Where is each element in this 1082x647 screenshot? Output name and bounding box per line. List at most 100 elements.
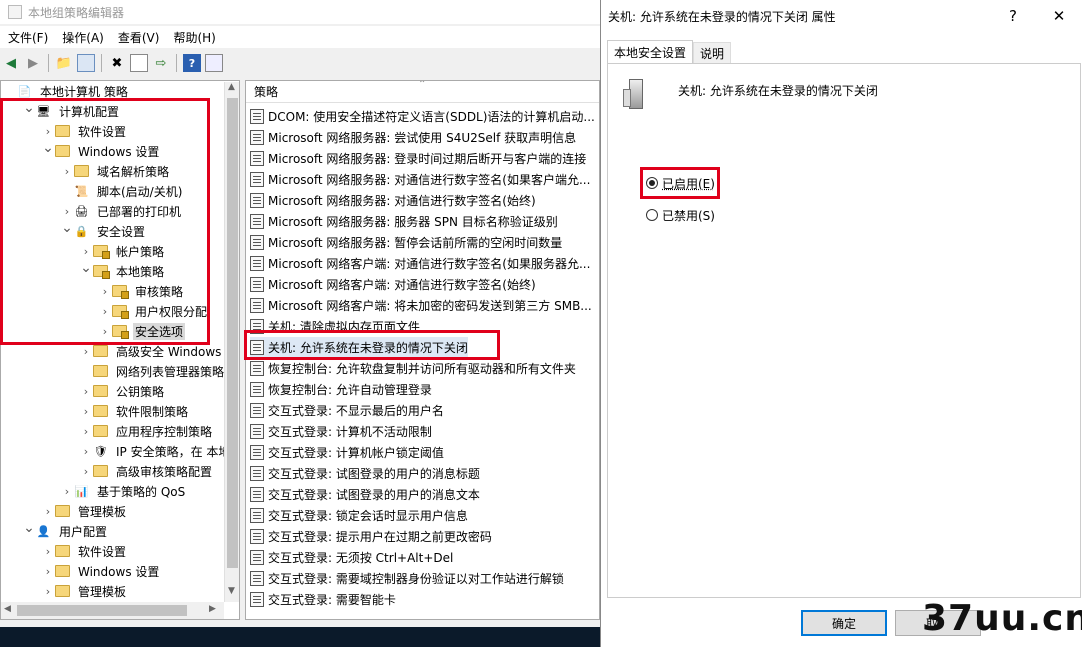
- policy-row[interactable]: Microsoft 网络服务器: 对通信进行数字签名(如果客户端允...: [250, 169, 590, 190]
- policy-row[interactable]: 恢复控制台: 允许软盘复制并访问所有驱动器和所有文件夹: [250, 358, 576, 379]
- scroll-left-arrow[interactable]: ◀: [4, 604, 11, 614]
- policy-setting-icon: [250, 592, 264, 607]
- highlight-box-tree: [0, 98, 210, 345]
- tree-node-label: 用户配置: [59, 524, 108, 539]
- policy-row[interactable]: Microsoft 网络服务器: 尝试使用 S4U2Self 获取声明信息: [250, 127, 576, 148]
- policy-setting-icon: [250, 151, 264, 166]
- policy-row[interactable]: 交互式登录: 锁定会话时显示用户信息: [250, 505, 468, 526]
- expand-arrow-icon[interactable]: ›: [79, 421, 93, 441]
- expand-arrow-icon[interactable]: ›: [79, 441, 93, 461]
- column-header-policy[interactable]: 策略 ⌃: [246, 81, 599, 103]
- policy-row[interactable]: 交互式登录: 计算机不活动限制: [250, 421, 432, 442]
- tree-node-label: 网络列表管理器策略: [116, 364, 225, 379]
- tree-vertical-scrollbar[interactable]: ▲ ▼: [224, 82, 239, 602]
- policy-row-label: Microsoft 网络服务器: 服务器 SPN 目标名称验证级别: [268, 215, 558, 229]
- radio-disabled[interactable]: 已禁用(S): [646, 206, 715, 224]
- tab-explain[interactable]: 说明: [693, 42, 732, 64]
- policy-setting-icon: [250, 193, 264, 208]
- policy-row[interactable]: 交互式登录: 需要智能卡: [250, 589, 396, 610]
- tree-node-label: 软件设置: [78, 544, 127, 559]
- tree-node[interactable]: › 应用程序控制策略: [79, 421, 214, 441]
- tab-local-security-setting[interactable]: 本地安全设置: [607, 40, 694, 64]
- expand-arrow-icon[interactable]: ›: [60, 481, 74, 501]
- policy-row[interactable]: Microsoft 网络服务器: 暂停会话前所需的空闲时间数量: [250, 232, 562, 253]
- expand-arrow-icon[interactable]: ›: [79, 381, 93, 401]
- tab-panel: 关机: 允许系统在未登录的情况下关闭 已启用(E) 已禁用(S): [607, 63, 1081, 598]
- policy-row[interactable]: DCOM: 使用安全描述符定义语言(SDDL)语法的计算机启动...: [250, 106, 595, 127]
- policy-row[interactable]: 交互式登录: 计算机帐户锁定阈值: [250, 442, 444, 463]
- gpedit-window: 本地组策略编辑器 文件(F) 操作(A) 查看(V) 帮助(H) ◀ ▶ 📁 ✖…: [0, 0, 600, 647]
- policy-row[interactable]: 交互式登录: 试图登录的用户的消息文本: [250, 484, 480, 505]
- tree-node[interactable]: › Windows 设置: [41, 561, 161, 581]
- tree-horizontal-scrollbar[interactable]: ◀ ▶: [1, 602, 224, 619]
- help-button[interactable]: ?: [991, 0, 1035, 32]
- expand-arrow-icon[interactable]: ›: [41, 501, 55, 521]
- forward-icon[interactable]: ▶: [24, 54, 42, 72]
- policy-setting-icon: [250, 424, 264, 439]
- tree-node[interactable]: › 🛡 IP 安全策略，在 本地计: [79, 441, 239, 461]
- up-folder-icon[interactable]: 📁: [55, 54, 73, 72]
- help-icon[interactable]: ?: [183, 54, 201, 72]
- policy-row-label: Microsoft 网络客户端: 对通信进行数字签名(始终): [268, 278, 536, 292]
- policy-row-label: 交互式登录: 试图登录的用户的消息文本: [268, 488, 480, 502]
- tree-node[interactable]: 网络列表管理器策略: [79, 361, 226, 381]
- policy-setting-icon: [250, 466, 264, 481]
- back-icon[interactable]: ◀: [2, 54, 20, 72]
- menu-help[interactable]: 帮助(H): [169, 29, 219, 46]
- properties-dialog: 关机: 允许系统在未登录的情况下关闭 属性 ? ✕ 本地安全设置 说明 关机: …: [600, 0, 1082, 647]
- policy-name: 关机: 允许系统在未登录的情况下关闭: [678, 84, 878, 98]
- expand-arrow-icon[interactable]: ›: [79, 461, 93, 481]
- tree-node[interactable]: › 管理模板: [41, 581, 128, 601]
- policy-row-label: 交互式登录: 计算机帐户锁定阈值: [268, 446, 444, 460]
- policy-row[interactable]: Microsoft 网络客户端: 对通信进行数字签名(始终): [250, 274, 536, 295]
- radio-disabled-dot[interactable]: [646, 209, 658, 221]
- expand-arrow-icon[interactable]: ›: [41, 581, 55, 601]
- scroll-thumb[interactable]: [227, 98, 238, 568]
- policy-row[interactable]: 交互式登录: 需要域控制器身份验证以对工作站进行解锁: [250, 568, 564, 589]
- policy-row[interactable]: Microsoft 网络服务器: 登录时间过期后断开与客户端的连接: [250, 148, 586, 169]
- tree-node[interactable]: › 📊 基于策略的 QoS: [60, 481, 187, 501]
- column-header-label: 策略: [254, 85, 279, 99]
- expand-arrow-icon[interactable]: ›: [79, 401, 93, 421]
- policy-row[interactable]: Microsoft 网络客户端: 将未加密的密码发送到第三方 SMB...: [250, 295, 592, 316]
- close-icon[interactable]: ✕: [1037, 0, 1081, 32]
- export-icon[interactable]: ⇨: [152, 54, 170, 72]
- toolbar: ◀ ▶ 📁 ✖ ⇨ ?: [0, 50, 600, 76]
- view-icon[interactable]: [205, 54, 223, 72]
- window-title: 本地组策略编辑器: [28, 5, 125, 20]
- menu-file[interactable]: 文件(F): [4, 29, 52, 46]
- policy-setting-icon: [250, 403, 264, 418]
- scroll-thumb[interactable]: [17, 605, 187, 616]
- policy-row[interactable]: Microsoft 网络服务器: 对通信进行数字签名(始终): [250, 190, 536, 211]
- policy-row[interactable]: 交互式登录: 提示用户在过期之前更改密码: [250, 526, 492, 547]
- policy-row-label: 交互式登录: 提示用户在过期之前更改密码: [268, 530, 492, 544]
- menu-action[interactable]: 操作(A): [58, 29, 108, 46]
- menu-view[interactable]: 查看(V): [114, 29, 164, 46]
- expand-arrow-icon[interactable]: ›: [41, 561, 55, 581]
- policy-row[interactable]: 交互式登录: 试图登录的用户的消息标题: [250, 463, 480, 484]
- tree-node[interactable]: › 公钥策略: [79, 381, 166, 401]
- policy-row[interactable]: 交互式登录: 不显示最后的用户名: [250, 400, 444, 421]
- policy-row[interactable]: Microsoft 网络服务器: 服务器 SPN 目标名称验证级别: [250, 211, 558, 232]
- ok-button[interactable]: 确定: [801, 610, 887, 636]
- delete-icon[interactable]: ✖: [108, 54, 126, 72]
- policy-row[interactable]: Microsoft 网络客户端: 对通信进行数字签名(如果服务器允...: [250, 253, 590, 274]
- policy-row[interactable]: 恢复控制台: 允许自动管理登录: [250, 379, 432, 400]
- properties-icon[interactable]: [130, 54, 148, 72]
- policy-row[interactable]: 交互式登录: 无须按 Ctrl+Alt+Del: [250, 547, 453, 568]
- policy-setting-icon: [250, 130, 264, 145]
- collapse-arrow-icon[interactable]: ⌄: [22, 518, 36, 538]
- expand-arrow-icon[interactable]: ›: [41, 541, 55, 561]
- policy-setting-icon: [250, 235, 264, 250]
- tree-node[interactable]: › 管理模板: [41, 501, 128, 521]
- tree-node[interactable]: › 软件限制策略: [79, 401, 190, 421]
- show-tree-icon[interactable]: [77, 54, 95, 72]
- scroll-up-arrow[interactable]: ▲: [228, 82, 235, 92]
- scroll-down-arrow[interactable]: ▼: [228, 586, 235, 596]
- tree-node[interactable]: › 软件设置: [41, 541, 128, 561]
- scroll-right-arrow[interactable]: ▶: [209, 604, 216, 614]
- policy-setting-icon: [250, 172, 264, 187]
- tree-node[interactable]: ⌄ 👤 用户配置: [22, 518, 109, 541]
- tree-node[interactable]: › 高级审核策略配置: [79, 461, 214, 481]
- folder-icon: [93, 385, 108, 397]
